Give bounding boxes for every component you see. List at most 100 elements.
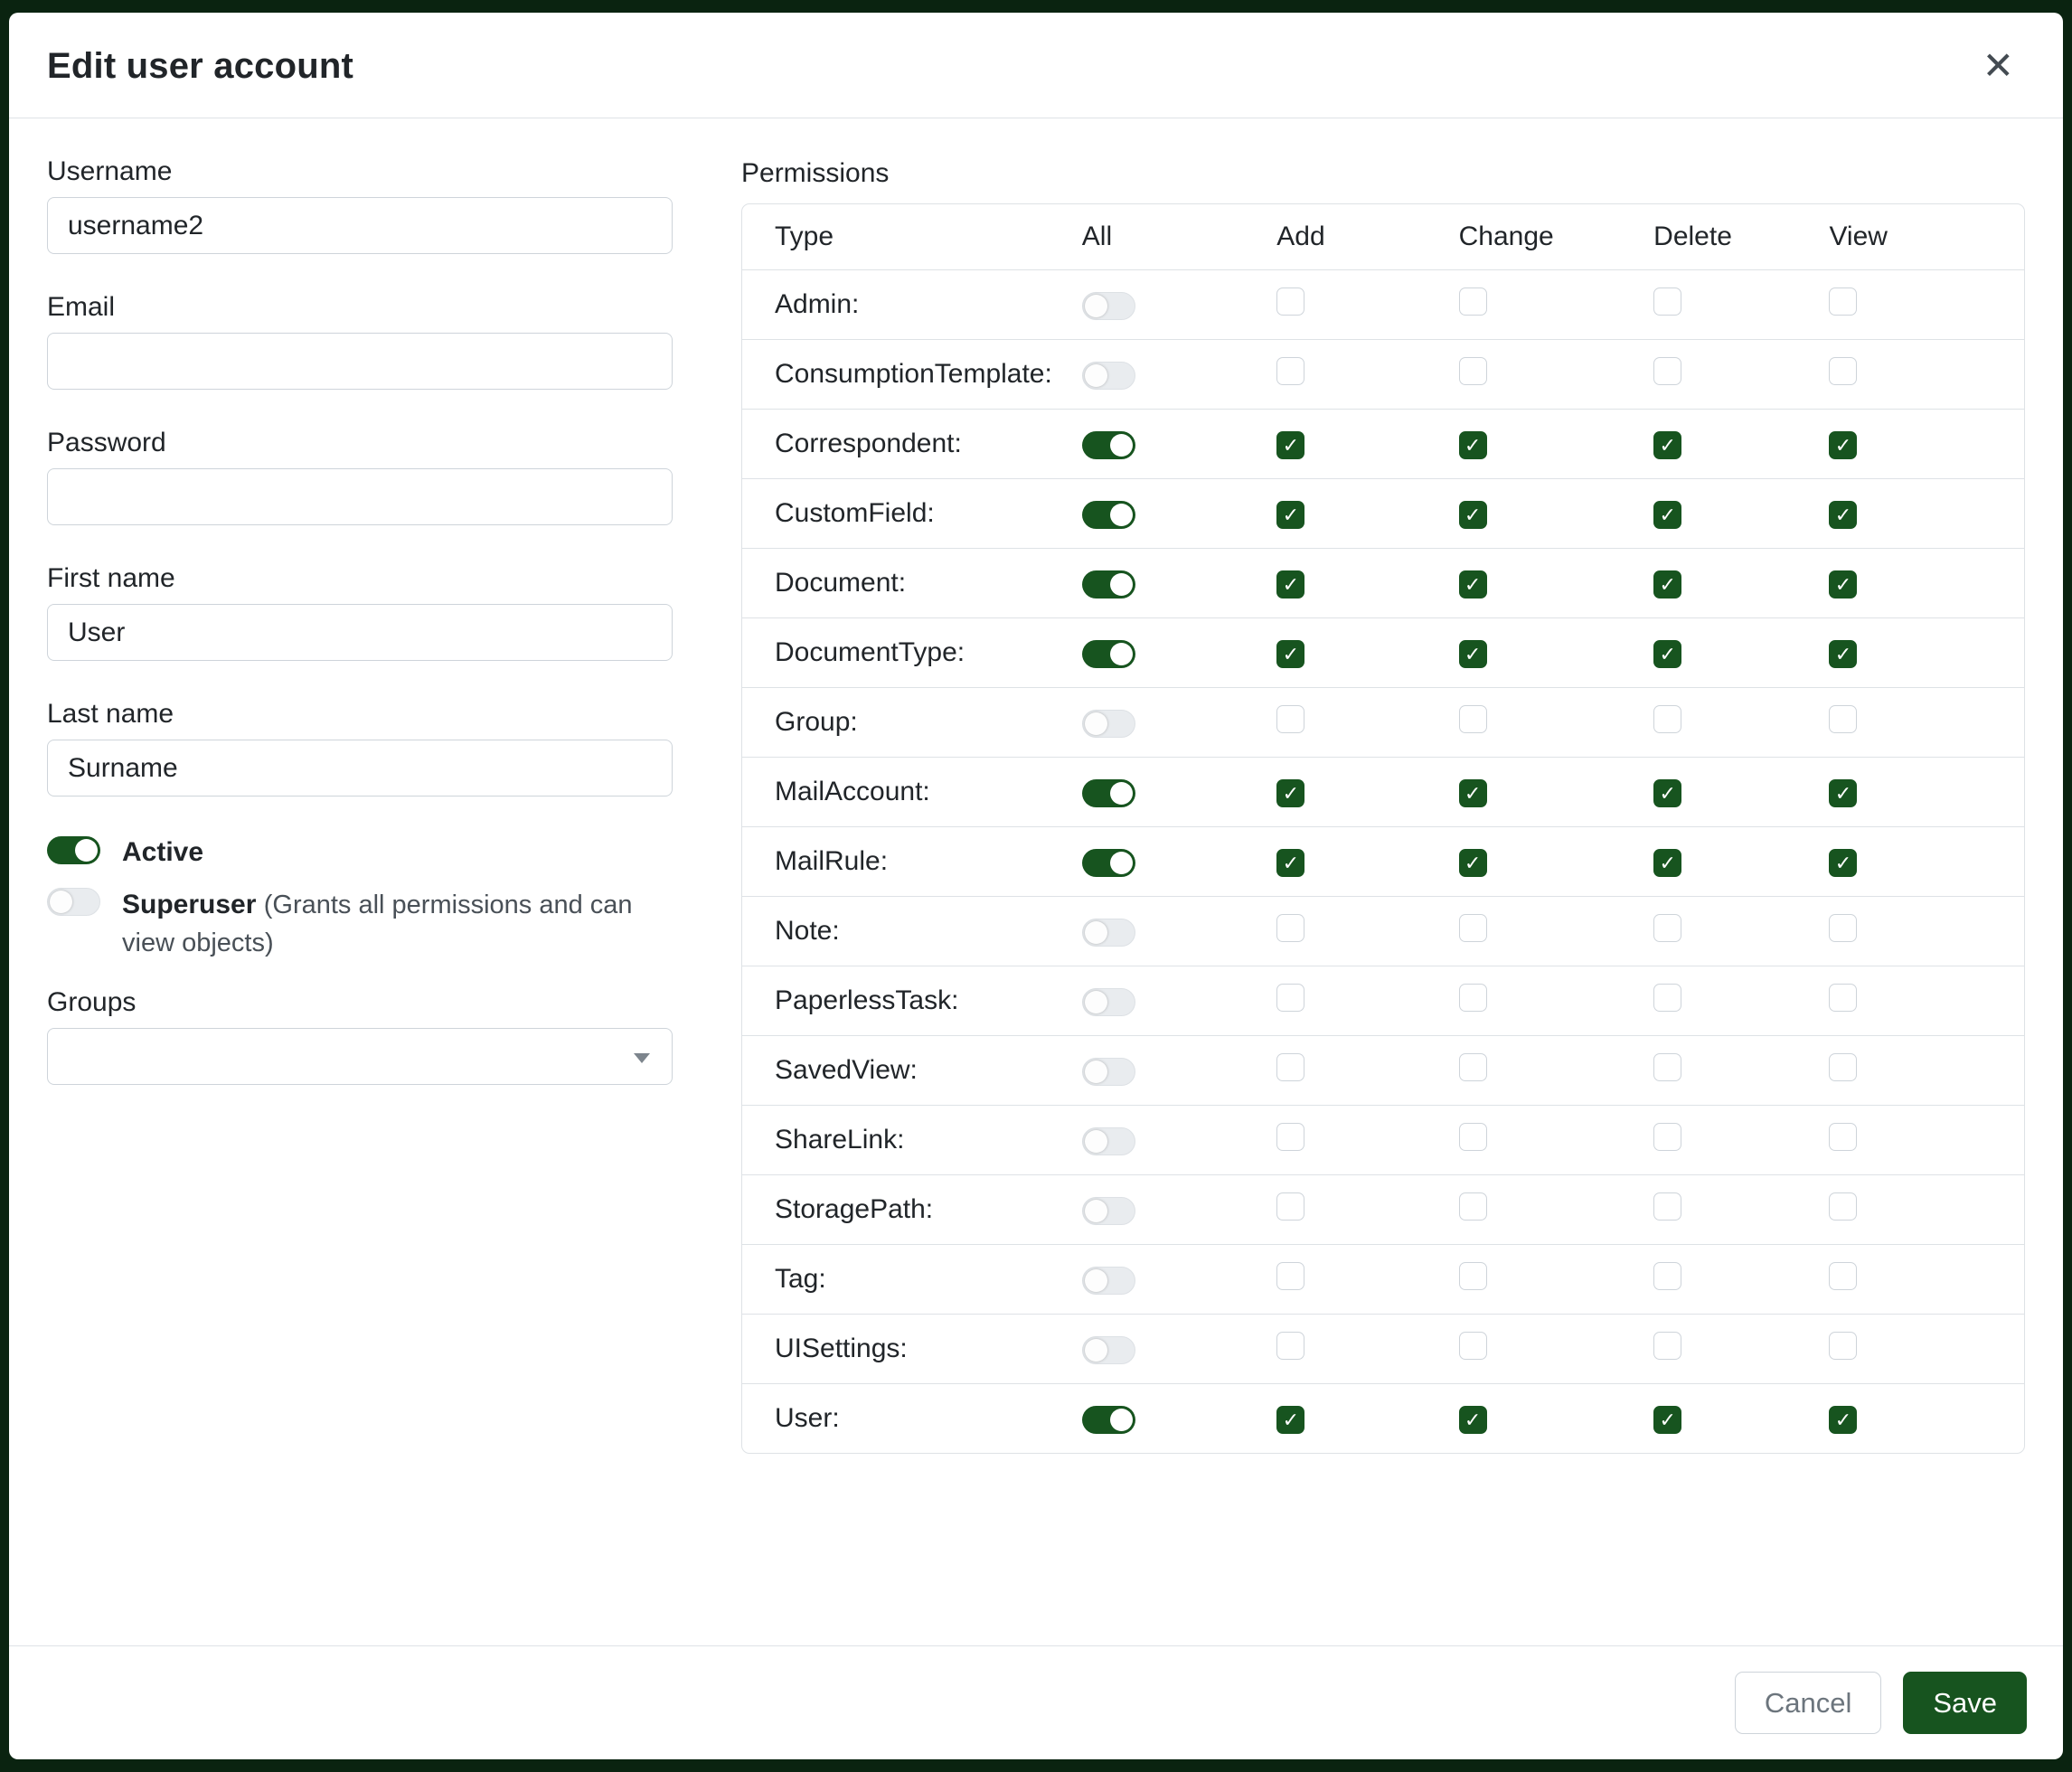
permission-all-toggle[interactable] bbox=[1082, 292, 1135, 320]
toggle-knob bbox=[1085, 991, 1107, 1013]
password-field-group: Password bbox=[47, 428, 673, 525]
permission-change-checkbox[interactable]: ✓ bbox=[1459, 849, 1487, 877]
permission-delete-checkbox[interactable]: ✓ bbox=[1653, 501, 1681, 529]
permission-add-checkbox[interactable]: ✓ bbox=[1276, 640, 1304, 668]
permission-view-checkbox[interactable] bbox=[1829, 705, 1857, 733]
permission-view-checkbox[interactable]: ✓ bbox=[1829, 640, 1857, 668]
permission-view-checkbox[interactable]: ✓ bbox=[1829, 849, 1857, 877]
permission-change-checkbox[interactable]: ✓ bbox=[1459, 431, 1487, 459]
permission-all-toggle[interactable] bbox=[1082, 988, 1135, 1016]
permission-view-checkbox[interactable] bbox=[1829, 1332, 1857, 1360]
permission-all-toggle[interactable] bbox=[1082, 779, 1135, 807]
first-name-input[interactable] bbox=[47, 604, 673, 661]
permission-add-checkbox[interactable] bbox=[1276, 705, 1304, 733]
permission-change-checkbox[interactable] bbox=[1459, 1053, 1487, 1081]
permission-add-checkbox[interactable] bbox=[1276, 357, 1304, 385]
permission-view-checkbox[interactable]: ✓ bbox=[1829, 570, 1857, 599]
email-input[interactable] bbox=[47, 333, 673, 390]
permission-add-checkbox[interactable] bbox=[1276, 287, 1304, 316]
permission-change-checkbox[interactable] bbox=[1459, 914, 1487, 942]
permission-view-checkbox[interactable] bbox=[1829, 914, 1857, 942]
cancel-button[interactable]: Cancel bbox=[1735, 1672, 1882, 1734]
permission-change-checkbox[interactable] bbox=[1459, 1123, 1487, 1151]
permission-delete-checkbox[interactable] bbox=[1653, 1123, 1681, 1151]
permission-delete-checkbox[interactable] bbox=[1653, 357, 1681, 385]
permission-view-checkbox[interactable]: ✓ bbox=[1829, 501, 1857, 529]
permission-add-checkbox[interactable]: ✓ bbox=[1276, 849, 1304, 877]
email-field-group: Email bbox=[47, 292, 673, 390]
permission-add-checkbox[interactable] bbox=[1276, 1053, 1304, 1081]
superuser-toggle[interactable] bbox=[47, 888, 100, 916]
permission-add-checkbox[interactable] bbox=[1276, 1192, 1304, 1221]
permission-delete-checkbox[interactable] bbox=[1653, 1053, 1681, 1081]
permission-delete-checkbox[interactable]: ✓ bbox=[1653, 849, 1681, 877]
permission-delete-checkbox[interactable] bbox=[1653, 914, 1681, 942]
permission-view-checkbox[interactable] bbox=[1829, 1053, 1857, 1081]
permission-change-checkbox[interactable] bbox=[1459, 1262, 1487, 1290]
permission-all-toggle[interactable] bbox=[1082, 1336, 1135, 1364]
permission-change-checkbox[interactable] bbox=[1459, 984, 1487, 1012]
groups-select[interactable] bbox=[47, 1028, 673, 1085]
permission-change-checkbox[interactable] bbox=[1459, 1192, 1487, 1221]
permission-all-toggle[interactable] bbox=[1082, 362, 1135, 390]
permission-change-checkbox[interactable]: ✓ bbox=[1459, 779, 1487, 807]
permission-delete-checkbox[interactable] bbox=[1653, 705, 1681, 733]
permission-add-checkbox[interactable]: ✓ bbox=[1276, 570, 1304, 599]
permission-delete-checkbox[interactable] bbox=[1653, 1332, 1681, 1360]
permission-change-checkbox[interactable] bbox=[1459, 1332, 1487, 1360]
permission-add-checkbox[interactable] bbox=[1276, 984, 1304, 1012]
permission-change-checkbox[interactable]: ✓ bbox=[1459, 501, 1487, 529]
permission-delete-checkbox[interactable]: ✓ bbox=[1653, 431, 1681, 459]
permission-add-checkbox[interactable] bbox=[1276, 1332, 1304, 1360]
permission-change-checkbox[interactable] bbox=[1459, 705, 1487, 733]
permission-delete-checkbox[interactable] bbox=[1653, 1192, 1681, 1221]
permission-add-checkbox[interactable]: ✓ bbox=[1276, 501, 1304, 529]
permission-add-checkbox[interactable] bbox=[1276, 1262, 1304, 1290]
permission-change-checkbox[interactable]: ✓ bbox=[1459, 640, 1487, 668]
permission-all-toggle[interactable] bbox=[1082, 1197, 1135, 1225]
permission-delete-checkbox[interactable] bbox=[1653, 984, 1681, 1012]
permission-delete-checkbox[interactable]: ✓ bbox=[1653, 570, 1681, 599]
last-name-input[interactable] bbox=[47, 740, 673, 796]
permission-all-toggle[interactable] bbox=[1082, 501, 1135, 529]
permission-delete-checkbox[interactable]: ✓ bbox=[1653, 779, 1681, 807]
permission-delete-checkbox[interactable] bbox=[1653, 287, 1681, 316]
permission-row: MailRule:✓✓✓✓ bbox=[742, 826, 2024, 896]
active-toggle[interactable] bbox=[47, 836, 100, 864]
permission-all-toggle[interactable] bbox=[1082, 849, 1135, 877]
username-input[interactable] bbox=[47, 197, 673, 254]
permission-add-checkbox[interactable] bbox=[1276, 914, 1304, 942]
permission-all-toggle[interactable] bbox=[1082, 570, 1135, 599]
permission-view-checkbox[interactable] bbox=[1829, 287, 1857, 316]
permission-all-toggle[interactable] bbox=[1082, 1406, 1135, 1434]
permission-all-toggle[interactable] bbox=[1082, 431, 1135, 459]
close-icon[interactable]: ✕ bbox=[1973, 42, 2023, 90]
permission-delete-checkbox[interactable]: ✓ bbox=[1653, 1406, 1681, 1434]
permission-view-checkbox[interactable] bbox=[1829, 357, 1857, 385]
permission-add-checkbox[interactable] bbox=[1276, 1123, 1304, 1151]
permission-all-toggle[interactable] bbox=[1082, 1267, 1135, 1295]
permission-change-checkbox[interactable]: ✓ bbox=[1459, 570, 1487, 599]
password-input[interactable] bbox=[47, 468, 673, 525]
permission-add-checkbox[interactable]: ✓ bbox=[1276, 1406, 1304, 1434]
permission-all-toggle[interactable] bbox=[1082, 919, 1135, 947]
permission-all-toggle[interactable] bbox=[1082, 1058, 1135, 1086]
permission-view-checkbox[interactable]: ✓ bbox=[1829, 431, 1857, 459]
permission-delete-checkbox[interactable]: ✓ bbox=[1653, 640, 1681, 668]
permission-add-checkbox[interactable]: ✓ bbox=[1276, 779, 1304, 807]
permission-change-checkbox[interactable] bbox=[1459, 357, 1487, 385]
permission-view-checkbox[interactable]: ✓ bbox=[1829, 779, 1857, 807]
permission-all-toggle[interactable] bbox=[1082, 1127, 1135, 1155]
permission-all-toggle[interactable] bbox=[1082, 710, 1135, 738]
permission-delete-checkbox[interactable] bbox=[1653, 1262, 1681, 1290]
save-button[interactable]: Save bbox=[1903, 1672, 2027, 1734]
permission-view-checkbox[interactable] bbox=[1829, 984, 1857, 1012]
permission-view-checkbox[interactable] bbox=[1829, 1262, 1857, 1290]
permission-view-checkbox[interactable]: ✓ bbox=[1829, 1406, 1857, 1434]
permission-change-checkbox[interactable] bbox=[1459, 287, 1487, 316]
permission-change-checkbox[interactable]: ✓ bbox=[1459, 1406, 1487, 1434]
permission-view-checkbox[interactable] bbox=[1829, 1192, 1857, 1221]
permission-add-checkbox[interactable]: ✓ bbox=[1276, 431, 1304, 459]
permission-view-checkbox[interactable] bbox=[1829, 1123, 1857, 1151]
permission-all-toggle[interactable] bbox=[1082, 640, 1135, 668]
